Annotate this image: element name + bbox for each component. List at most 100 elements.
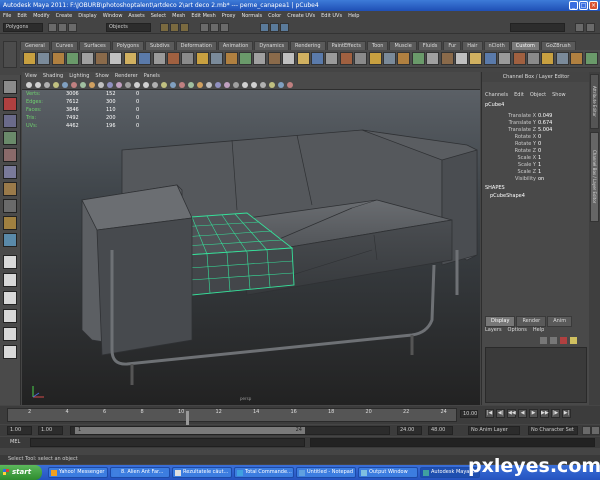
shelf-tool-icon[interactable]	[527, 52, 540, 65]
shelf-tool-icon[interactable]	[440, 52, 454, 65]
shelf-tab-dynamics[interactable]: Dynamics	[254, 41, 290, 50]
attribute-value[interactable]: on	[538, 176, 544, 183]
viewport-toolbar-icon[interactable]	[170, 82, 176, 88]
taskbar-item-3[interactable]: Rezultatele căut...	[172, 467, 232, 478]
lasso-tool-icon[interactable]	[3, 97, 17, 111]
attribute-editor-tab[interactable]: Attribute Editor	[590, 74, 599, 129]
save-scene-icon[interactable]	[68, 23, 77, 32]
viewport-menu-shading[interactable]: Shading	[43, 72, 63, 81]
play-backwards-button[interactable]: ◀	[518, 409, 527, 418]
persp-outliner-layout-icon[interactable]	[3, 291, 17, 305]
viewport-toolbar-icon[interactable]	[134, 82, 140, 88]
select-by-object-icon[interactable]	[170, 23, 179, 32]
shelf-tool-icon[interactable]	[224, 52, 238, 65]
close-button[interactable]: ×	[589, 1, 598, 10]
shelf-tool-icon[interactable]	[109, 52, 123, 65]
shelf-tab-subdivs[interactable]: Subdivs	[145, 41, 175, 50]
layer-tab-render[interactable]: Render	[516, 316, 547, 327]
attribute-value[interactable]: 1	[538, 162, 541, 169]
viewport-toolbar-icon[interactable]	[251, 82, 257, 88]
shelf-tool-icon[interactable]	[354, 52, 368, 65]
menu-window[interactable]: Window	[103, 11, 123, 21]
viewport-menu-view[interactable]: View	[25, 72, 37, 81]
shelf-tool-icon[interactable]	[541, 52, 555, 65]
shelf-tab-painteffects[interactable]: PaintEffects	[326, 41, 366, 50]
character-set-dropdown[interactable]: No Character Set	[528, 426, 578, 435]
viewport-toolbar-icon[interactable]	[152, 82, 158, 88]
attribute-value[interactable]: 0.049	[538, 113, 552, 120]
select-by-hierarchy-icon[interactable]	[160, 23, 169, 32]
viewport-toolbar-icon[interactable]	[35, 82, 41, 88]
render-settings-icon[interactable]	[280, 23, 289, 32]
menu-set-dropdown[interactable]: Polygons	[3, 23, 43, 32]
shelf-tool-icon[interactable]	[95, 52, 108, 65]
shelf-tool-icon[interactable]	[325, 52, 339, 65]
menu-modify[interactable]: Modify	[33, 11, 50, 21]
layer-menu-help[interactable]: Help	[533, 327, 544, 333]
preferences-icon[interactable]	[591, 426, 600, 435]
viewport-toolbar-icon[interactable]	[233, 82, 239, 88]
channel-box-tab[interactable]: Channel Box / Layer Editor	[590, 132, 599, 222]
last-tool-icon[interactable]	[3, 233, 17, 247]
shelf-tool-icon[interactable]	[152, 52, 166, 65]
shelf-tab-curves[interactable]: Curves	[50, 41, 79, 50]
viewport-toolbar-icon[interactable]	[269, 82, 275, 88]
viewport-toolbar-icon[interactable]	[26, 82, 32, 88]
channel-menu-channels[interactable]: Channels	[485, 91, 508, 100]
shelf-tool-icon[interactable]	[181, 52, 195, 65]
start-time-field[interactable]: 1.00	[7, 426, 32, 435]
shelf-tool-icon[interactable]	[282, 52, 296, 65]
shelf-tool-icon[interactable]	[498, 52, 512, 65]
shelf-tab-muscle[interactable]: Muscle	[389, 41, 417, 50]
perspective-viewport[interactable]: Verts: 3006 152 0 Edges: 7612 300 0 Faces: 3846 11…	[22, 90, 480, 405]
shelf-tool-icon[interactable]	[512, 52, 526, 65]
end-time-field[interactable]: 48.00	[428, 426, 453, 435]
rotate-tool-icon[interactable]	[3, 148, 17, 162]
shelf-tool-icon[interactable]	[51, 52, 65, 65]
shelf-tab-polygons[interactable]: Polygons	[111, 41, 144, 50]
shelf-tool-icon[interactable]	[296, 52, 310, 65]
menu-display[interactable]: Display	[78, 11, 96, 21]
attribute-value[interactable]: 0	[538, 148, 541, 155]
shelf-tool-icon[interactable]	[455, 52, 468, 65]
step-back-frame-button[interactable]: ◀◀	[507, 409, 516, 418]
persp-hypershade-layout-icon[interactable]	[3, 327, 17, 341]
shelf-tool-icon[interactable]	[570, 52, 584, 65]
shelf-tool-icon[interactable]	[397, 52, 411, 65]
menu-assets[interactable]: Assets	[128, 11, 144, 21]
viewport-toolbar-icon[interactable]	[44, 82, 50, 88]
shelf-tab-fur[interactable]: Fur	[443, 41, 462, 50]
layer-tab-display[interactable]: Display	[485, 316, 516, 327]
shelf-tab-deformation[interactable]: Deformation	[175, 41, 217, 50]
shelf-tab-rendering[interactable]: Rendering	[290, 41, 326, 50]
viewport-toolbar-icon[interactable]	[89, 82, 95, 88]
ipr-render-icon[interactable]	[270, 23, 279, 32]
viewport-toolbar-icon[interactable]	[242, 82, 248, 88]
shelf-tool-icon[interactable]	[167, 52, 180, 65]
shelf-tool-icon[interactable]	[66, 52, 80, 65]
auto-key-icon[interactable]	[582, 426, 591, 435]
layer-menu-layers[interactable]: Layers	[485, 327, 502, 333]
shelf-tool-icon[interactable]	[469, 52, 483, 65]
shelf-tool-icon[interactable]	[37, 52, 51, 65]
step-forward-frame-button[interactable]: ▶▶	[540, 409, 549, 418]
shelf-tool-icon[interactable]	[23, 52, 36, 65]
soft-mod-icon[interactable]	[3, 199, 17, 213]
shelf-tool-icon[interactable]	[555, 52, 569, 65]
move-layer-down-icon[interactable]	[550, 337, 557, 344]
shelf-tab-surfaces[interactable]: Surfaces	[79, 41, 111, 50]
shelf-tool-icon[interactable]	[339, 52, 353, 65]
snap-grid-icon[interactable]	[200, 23, 209, 32]
viewport-toolbar-icon[interactable]	[80, 82, 86, 88]
viewport-toolbar-icon[interactable]	[161, 82, 167, 88]
select-by-component-icon[interactable]	[180, 23, 189, 32]
select-tool-icon[interactable]	[3, 80, 17, 94]
snap-point-icon[interactable]	[220, 23, 229, 32]
attribute-value[interactable]: 0.674	[538, 120, 552, 127]
render-icon[interactable]	[260, 23, 269, 32]
taskbar-item-5[interactable]: Untitled - Notepad	[296, 467, 356, 478]
step-forward-key-button[interactable]: |▶	[551, 409, 560, 418]
shelf-tool-icon[interactable]	[195, 52, 209, 65]
attribute-value[interactable]: 1	[538, 155, 541, 162]
layer-list[interactable]	[485, 347, 587, 403]
